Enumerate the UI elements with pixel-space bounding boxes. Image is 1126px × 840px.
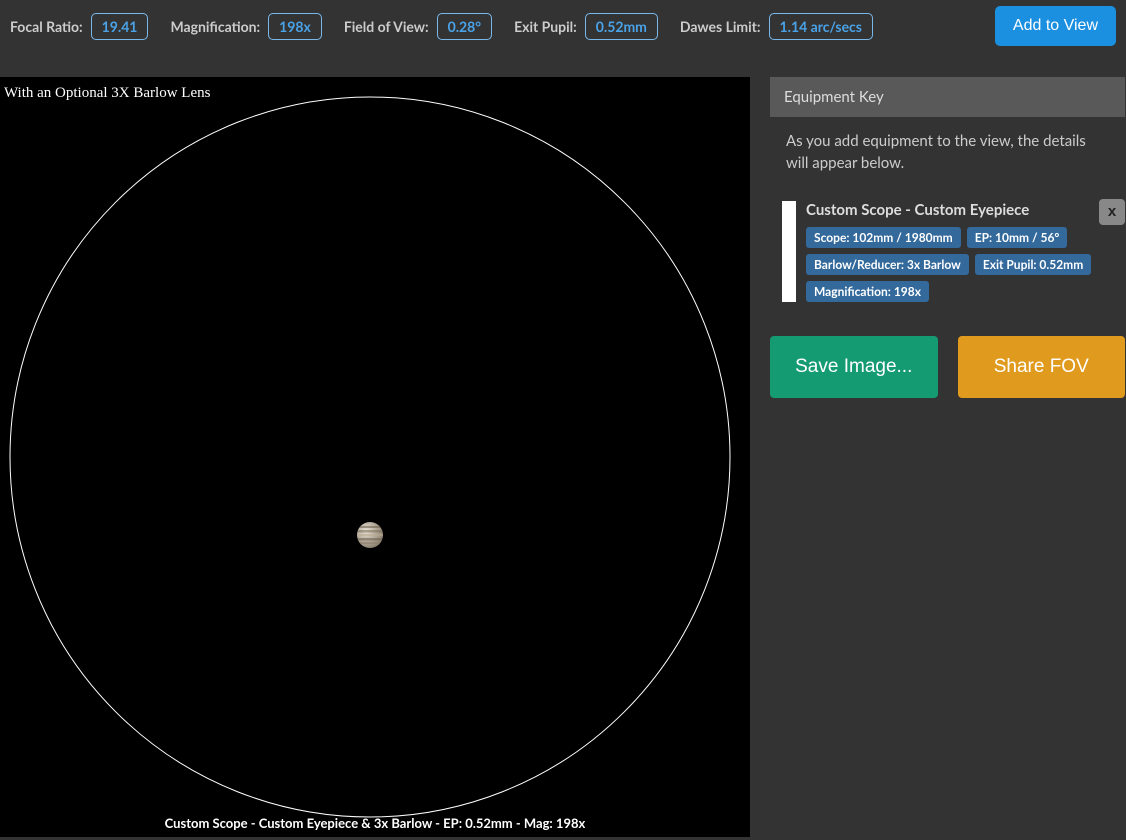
- equipment-key-placeholder: As you add equipment to the view, the de…: [770, 117, 1125, 189]
- stat-magnification: Magnification: 198x: [170, 13, 321, 40]
- stat-value[interactable]: 0.28°: [437, 13, 493, 40]
- fov-viewport[interactable]: With an Optional 3X Barlow Lens Custo: [0, 77, 750, 837]
- chip-barlow: Barlow/Reducer: 3x Barlow: [806, 254, 969, 275]
- view-caption: Custom Scope - Custom Eyepiece & 3x Barl…: [0, 815, 750, 831]
- stat-field-of-view: Field of View: 0.28°: [344, 13, 492, 40]
- stat-label: Dawes Limit:: [680, 18, 761, 35]
- stat-dawes-limit: Dawes Limit: 1.14 arc/secs: [680, 13, 873, 40]
- add-to-view-button[interactable]: Add to View: [995, 6, 1116, 46]
- share-fov-button[interactable]: Share FOV: [958, 336, 1126, 398]
- stat-value[interactable]: 19.41: [91, 13, 149, 40]
- equipment-color-swatch: [782, 201, 796, 302]
- equipment-item-card: Custom Scope - Custom Eyepiece Scope: 10…: [770, 189, 1125, 314]
- stats-toolbar: Focal Ratio: 19.41 Magnification: 198x F…: [0, 0, 1126, 52]
- chip-scope: Scope: 102mm / 1980mm: [806, 227, 961, 248]
- stat-value[interactable]: 1.14 arc/secs: [769, 13, 873, 40]
- stat-exit-pupil: Exit Pupil: 0.52mm: [514, 13, 658, 40]
- chip-eyepiece: EP: 10mm / 56°: [967, 227, 1068, 248]
- stat-value[interactable]: 198x: [268, 13, 322, 40]
- fov-circle: [0, 87, 740, 827]
- save-image-button[interactable]: Save Image...: [770, 336, 938, 398]
- chip-magnification: Magnification: 198x: [806, 281, 929, 302]
- chip-exit-pupil: Exit Pupil: 0.52mm: [975, 254, 1091, 275]
- stat-value[interactable]: 0.52mm: [585, 13, 658, 40]
- stat-label: Exit Pupil:: [514, 18, 577, 35]
- stat-focal-ratio: Focal Ratio: 19.41: [10, 13, 148, 40]
- stat-label: Focal Ratio:: [10, 18, 83, 35]
- stat-label: Field of View:: [344, 18, 429, 35]
- equipment-item-title: Custom Scope - Custom Eyepiece: [806, 201, 1113, 219]
- equipment-key-header: Equipment Key: [770, 77, 1125, 117]
- remove-equipment-button[interactable]: x: [1099, 199, 1125, 225]
- planet-jupiter-icon: [355, 520, 385, 550]
- stat-label: Magnification:: [170, 18, 260, 35]
